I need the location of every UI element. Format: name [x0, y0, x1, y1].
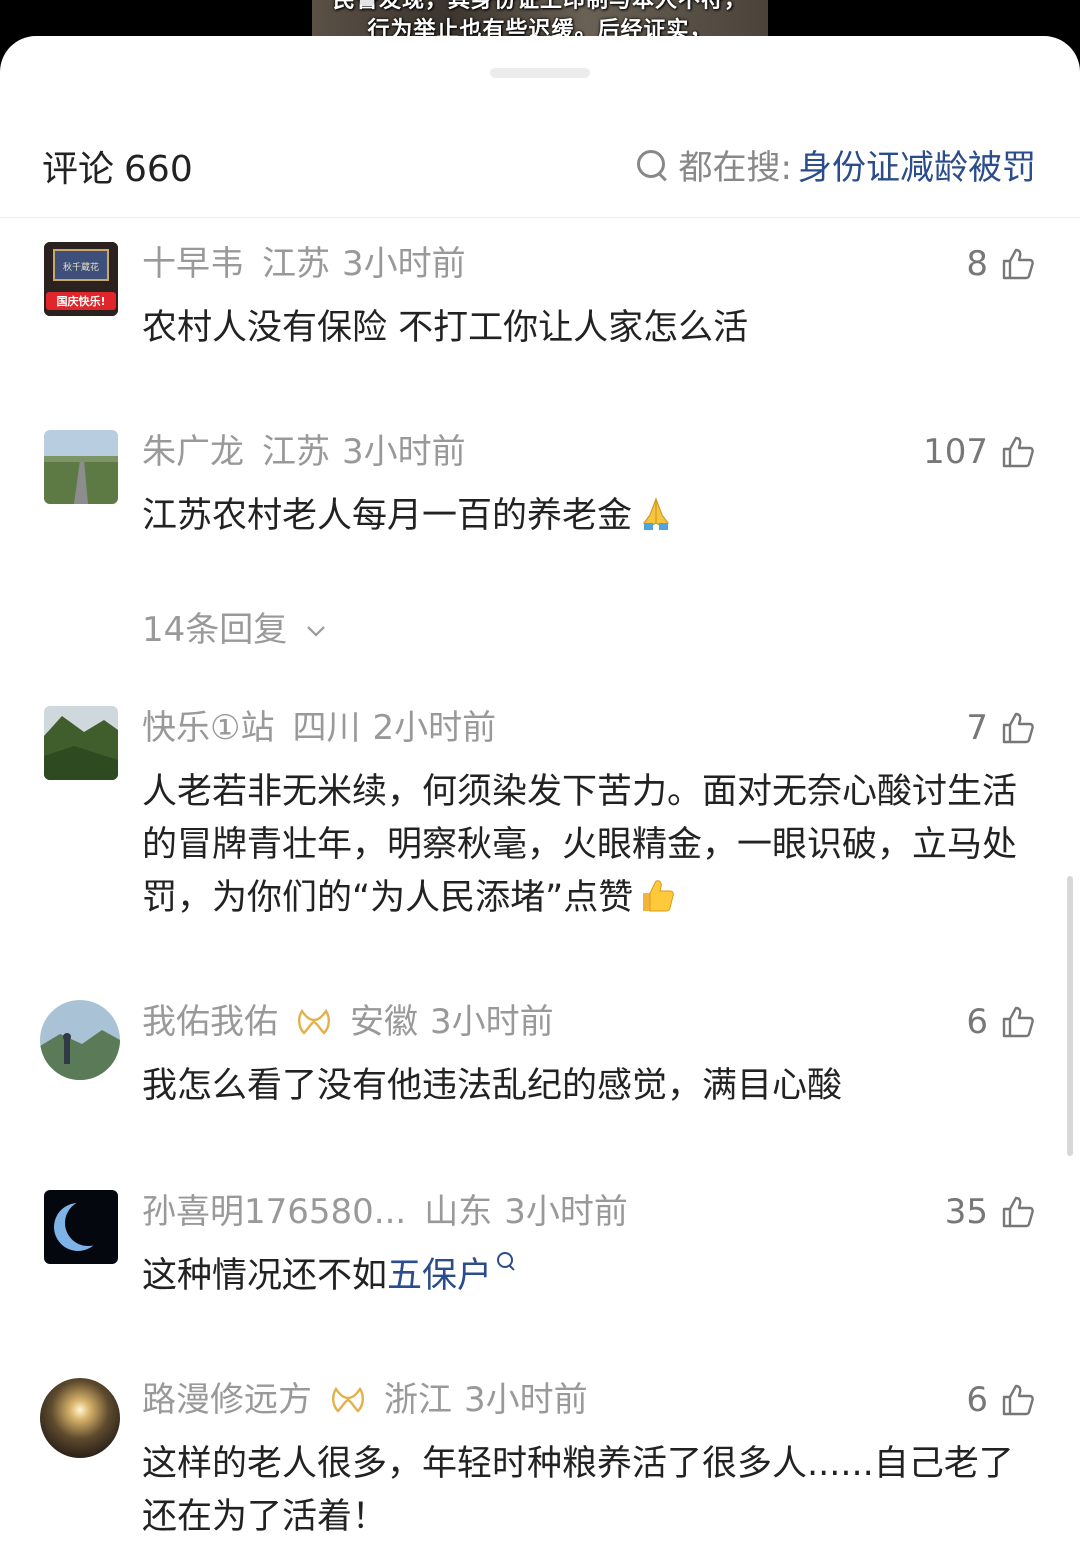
- trending-search-term[interactable]: 身份证减龄被罚: [798, 140, 1036, 189]
- avatar[interactable]: 秋千蔵花 国庆快乐!: [44, 242, 118, 316]
- drag-handle[interactable]: [490, 68, 590, 78]
- comment-meta: 孙喜明176580... 山东 3小时前: [142, 1190, 646, 1234]
- avatar[interactable]: [44, 430, 118, 504]
- like-button[interactable]: 6: [966, 1378, 1036, 1422]
- avatar[interactable]: [40, 1000, 120, 1080]
- comment-text-content: 人老若非无米续，何须染发下苦力。面对无奈心酸讨生活的冒牌青壮年，明察秋毫，火眼精…: [142, 772, 1018, 918]
- comment-location: 四川: [292, 708, 361, 748]
- like-count: 8: [966, 244, 988, 284]
- comment-text: 江苏农村老人每月一百的养老金: [142, 490, 1040, 543]
- comment-time: 3小时前: [464, 1380, 588, 1420]
- comment-username[interactable]: 十早韦: [142, 244, 244, 284]
- comment-username[interactable]: 路漫修远方: [142, 1380, 312, 1420]
- comment-location: 山东: [424, 1192, 493, 1232]
- chevron-down-icon: [307, 626, 325, 637]
- comment-location: 江苏: [262, 432, 330, 472]
- comment-time: 2小时前: [372, 708, 497, 748]
- avatar-image: [40, 1378, 120, 1458]
- like-count: 6: [966, 1002, 988, 1042]
- comments-title: 评论 660: [42, 140, 193, 192]
- trending-search[interactable]: 都在搜: 身份证减龄被罚: [635, 140, 1036, 189]
- comment-text: 人老若非无米续，何须染发下苦力。面对无奈心酸讨生活的冒牌青壮年，明察秋毫，火眼精…: [142, 766, 1040, 925]
- comment-time: 3小时前: [430, 1002, 554, 1042]
- comment-meta: 十早韦 江苏 3小时前: [142, 242, 484, 286]
- fan-badge-icon: [298, 1008, 330, 1035]
- like-button[interactable]: 35: [945, 1190, 1036, 1234]
- avatar[interactable]: [44, 1190, 118, 1264]
- avatar-image: 秋千蔵花 国庆快乐!: [44, 242, 118, 316]
- comment-username[interactable]: 快乐①站: [142, 708, 274, 748]
- praying-hands-icon: [643, 497, 669, 530]
- video-caption: 民警发现，其身份证上印制与本人不符， 行为举止也有些迟缓。后经证实，: [312, 0, 768, 40]
- avatar-image: [44, 706, 118, 780]
- thumbs-up-icon: [1002, 712, 1034, 744]
- comment-username[interactable]: 我佑我佑: [142, 1002, 278, 1042]
- view-replies-button[interactable]: 14条回复: [142, 602, 328, 651]
- like-button[interactable]: 6: [966, 1000, 1036, 1044]
- comments-count: 660: [124, 149, 193, 190]
- trending-search-prefix: 都在搜:: [678, 148, 792, 188]
- comment-meta: 朱广龙 江苏 3小时前: [142, 430, 484, 474]
- comment-meta: 快乐①站 四川 2小时前: [142, 706, 514, 750]
- like-count: 7: [966, 708, 988, 748]
- thumbs-up-emoji-icon: [643, 880, 675, 912]
- comment-text: 我怎么看了没有他违法乱纪的感觉，满目心酸: [142, 1066, 843, 1106]
- scrollbar[interactable]: [1067, 876, 1073, 1156]
- comment-text: 这种情况还不如五保户: [142, 1250, 1040, 1303]
- keyword-search-link[interactable]: 五保户: [387, 1256, 492, 1296]
- like-button[interactable]: 7: [966, 706, 1036, 750]
- avatar-image: [40, 1000, 120, 1080]
- comments-sheet: 评论 660 都在搜: 身份证减龄被罚 秋千蔵花 国庆快乐! 十早韦 江苏 3小时前 …: [0, 36, 1080, 1541]
- avatar-sign-text: 秋千蔵花: [63, 261, 99, 273]
- search-icon: [496, 1251, 518, 1273]
- comment-meta: 我佑我佑 安徽 3小时前: [142, 1000, 572, 1044]
- video-caption-line1: 民警发现，其身份证上印制与本人不符，: [332, 0, 747, 13]
- thumbs-up-icon: [1002, 248, 1034, 280]
- video-thumbnail: 民警发现，其身份证上印制与本人不符， 行为举止也有些迟缓。后经证实，: [312, 0, 768, 40]
- avatar-image: [44, 1190, 118, 1264]
- like-count: 35: [944, 1192, 988, 1232]
- comment-text-content: 江苏农村老人每月一百的养老金: [142, 496, 633, 536]
- comments-header: 评论 660 都在搜: 身份证减龄被罚: [0, 126, 1080, 218]
- comment-username[interactable]: 朱广龙: [142, 432, 244, 472]
- comment-text: 农村人没有保险 不打工你让人家怎么活: [142, 308, 749, 348]
- comment-username[interactable]: 孙喜明176580...: [142, 1192, 406, 1232]
- avatar[interactable]: [40, 1378, 120, 1458]
- like-count: 107: [923, 432, 988, 472]
- comment-time: 3小时前: [504, 1192, 628, 1232]
- search-icon: [635, 148, 669, 182]
- thumbs-up-icon: [1002, 436, 1034, 468]
- like-count: 6: [966, 1380, 988, 1420]
- thumbs-up-icon: [1002, 1384, 1034, 1416]
- replies-count: 14条回复: [142, 610, 288, 650]
- comments-title-label: 评论: [42, 149, 115, 190]
- comment-location: 安徽: [350, 1002, 418, 1042]
- comment-location: 江苏: [262, 244, 330, 284]
- thumbs-up-icon: [1002, 1006, 1034, 1038]
- video-background: 民警发现，其身份证上印制与本人不符， 行为举止也有些迟缓。后经证实，: [0, 0, 1080, 40]
- comment-time: 3小时前: [342, 244, 466, 284]
- avatar-tag-text: 国庆快乐!: [56, 294, 105, 308]
- like-button[interactable]: 107: [923, 430, 1036, 474]
- like-button[interactable]: 8: [966, 242, 1036, 286]
- comment-time: 3小时前: [342, 432, 466, 472]
- comment-meta: 路漫修远方 浙江 3小时前: [142, 1378, 606, 1422]
- thumbs-up-icon: [1002, 1196, 1034, 1228]
- comment-location: 浙江: [384, 1380, 452, 1420]
- comment-text: 这样的老人很多，年轻时种粮养活了很多人......自己老了还在为了活着！: [142, 1444, 1014, 1537]
- avatar-image: [44, 430, 118, 504]
- comment-text-content: 这种情况还不如: [142, 1256, 388, 1296]
- fan-badge-icon: [332, 1386, 364, 1413]
- avatar[interactable]: [44, 706, 118, 780]
